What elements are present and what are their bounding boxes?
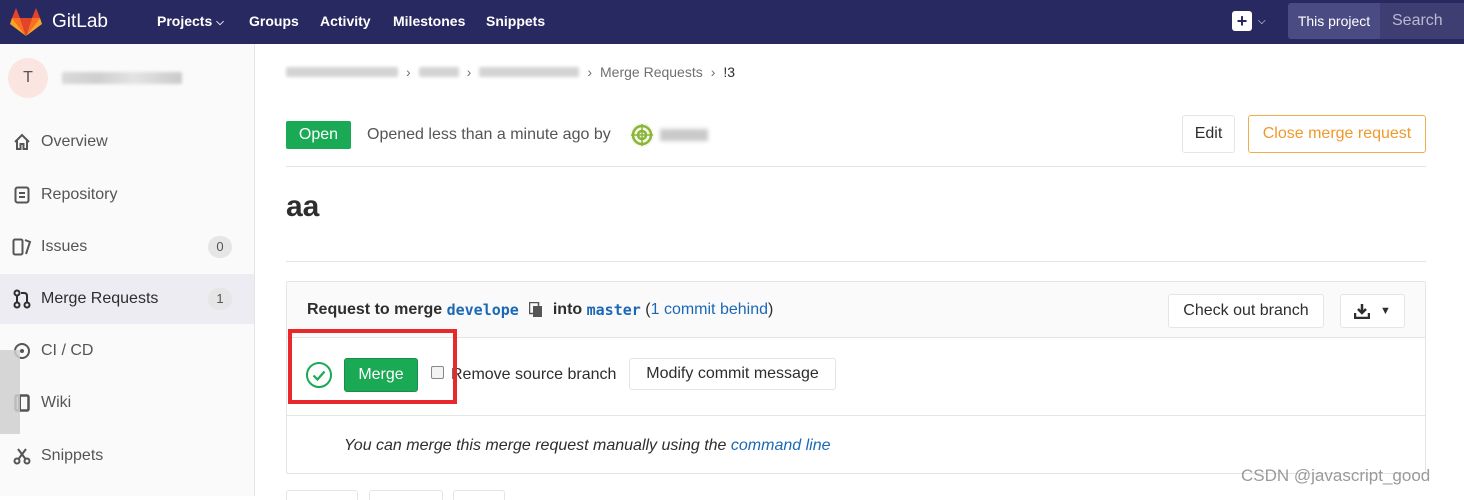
tab-stub[interactable] bbox=[369, 490, 443, 500]
merge-actions-row: Merge Remove source branch Modify commit… bbox=[287, 338, 1425, 416]
project-header[interactable]: T bbox=[8, 58, 182, 98]
merge-widget-header: Request to merge develope into master (1… bbox=[287, 282, 1425, 338]
sidebar-item-ci-cd[interactable]: CI / CD bbox=[0, 326, 254, 376]
chevron-right-icon: › bbox=[466, 64, 472, 80]
nav-projects[interactable]: Projects ⌵ bbox=[157, 13, 224, 29]
sidebar-item-label: Repository bbox=[41, 186, 118, 203]
copy-icon[interactable] bbox=[528, 302, 543, 318]
manual-merge-hint: You can merge this merge request manuall… bbox=[344, 437, 831, 455]
divider bbox=[286, 261, 1426, 262]
breadcrumb-project-redacted[interactable] bbox=[479, 67, 580, 77]
breadcrumb: › › › Merge Requests › !3 bbox=[286, 64, 735, 80]
sidebar-item-label: Merge Requests bbox=[41, 290, 159, 307]
watermark: CSDN @javascript_good bbox=[1241, 466, 1431, 485]
opened-by-text: Opened less than a minute ago by bbox=[367, 126, 611, 143]
issues-count-badge: 0 bbox=[208, 236, 232, 258]
sidebar-item-label: Overview bbox=[41, 133, 108, 150]
request-prefix: Request to merge bbox=[307, 301, 443, 318]
caret-down-icon: ▼ bbox=[1380, 305, 1391, 317]
sidebar-item-overview[interactable]: Overview bbox=[0, 117, 254, 167]
page-title: aa bbox=[286, 190, 320, 223]
sidebar-item-wiki[interactable]: Wiki bbox=[0, 378, 254, 428]
download-dropdown-button[interactable]: ▼ bbox=[1340, 294, 1405, 328]
into-word: into bbox=[552, 301, 583, 318]
command-line-link[interactable]: command line bbox=[731, 437, 831, 454]
merge-requests-count-badge: 1 bbox=[208, 288, 232, 310]
check-out-branch-button[interactable]: Check out branch bbox=[1168, 294, 1324, 328]
chevron-right-icon: › bbox=[710, 64, 716, 80]
repository-icon bbox=[12, 185, 32, 205]
sidebar-scrollbar[interactable] bbox=[0, 350, 20, 434]
top-navbar: GitLab Projects ⌵ Groups Activity Milesto… bbox=[0, 0, 1464, 44]
scissors-icon bbox=[12, 446, 32, 466]
sidebar-item-label: Wiki bbox=[41, 394, 72, 411]
source-branch[interactable]: develope bbox=[447, 301, 519, 319]
commits-behind-link[interactable]: 1 commit behind bbox=[651, 301, 768, 319]
nav-projects-label: Projects bbox=[157, 13, 213, 29]
download-icon bbox=[1354, 304, 1371, 319]
sidebar-item-label: Issues bbox=[41, 238, 88, 255]
sidebar-item-repository[interactable]: Repository bbox=[0, 170, 254, 220]
chevron-right-icon: › bbox=[406, 64, 411, 80]
sidebar-item-merge-requests[interactable]: Merge Requests 1 bbox=[0, 274, 254, 324]
brand-name: GitLab bbox=[52, 11, 108, 32]
tab-stub[interactable] bbox=[286, 490, 358, 500]
sidebar-item-snippets[interactable]: Snippets bbox=[0, 431, 254, 481]
project-sidebar: T Overview Repository Issues 0 Merge Req… bbox=[0, 44, 255, 496]
chevron-right-icon: › bbox=[587, 64, 593, 80]
sidebar-item-issues[interactable]: Issues 0 bbox=[0, 222, 254, 272]
author-avatar[interactable] bbox=[629, 122, 655, 148]
breadcrumb-subgroup-redacted[interactable] bbox=[418, 67, 459, 77]
behind-close: ) bbox=[767, 301, 774, 318]
modify-commit-message-button[interactable]: Modify commit message bbox=[629, 358, 836, 390]
plus-icon: + bbox=[1232, 11, 1252, 31]
manual-merge-text: You can merge this merge request manuall… bbox=[344, 437, 727, 454]
gitlab-home-link[interactable]: GitLab bbox=[10, 6, 108, 38]
breadcrumb-group-redacted[interactable] bbox=[286, 67, 398, 77]
merge-request-icon bbox=[12, 289, 32, 309]
highlight-annotation bbox=[288, 329, 457, 404]
sidebar-item-label: Snippets bbox=[41, 447, 104, 464]
chevron-down-icon: ⌵ bbox=[216, 17, 224, 28]
nav-snippets[interactable]: Snippets bbox=[486, 13, 545, 29]
status-badge: Open bbox=[286, 121, 351, 149]
tab-stub[interactable] bbox=[453, 490, 505, 500]
edit-button[interactable]: Edit bbox=[1182, 115, 1235, 153]
close-merge-request-button[interactable]: Close merge request bbox=[1248, 115, 1426, 153]
remove-source-branch-label[interactable]: Remove source branch bbox=[451, 366, 616, 384]
home-icon bbox=[12, 132, 32, 152]
merge-request-branches: Request to merge develope into master (1… bbox=[307, 301, 773, 319]
nav-groups[interactable]: Groups bbox=[249, 13, 299, 29]
project-avatar: T bbox=[8, 58, 48, 98]
chevron-down-icon: ⌵ bbox=[1258, 15, 1266, 27]
breadcrumb-merge-requests[interactable]: Merge Requests bbox=[600, 64, 703, 80]
merge-request-header: Open Opened less than a minute ago by Ed… bbox=[286, 113, 1426, 167]
nav-activity[interactable]: Activity bbox=[320, 13, 371, 29]
search-scope[interactable]: This project bbox=[1288, 3, 1380, 39]
new-item-menu[interactable]: + ⌵ bbox=[1232, 11, 1266, 31]
merge-widget: Request to merge develope into master (1… bbox=[286, 281, 1426, 474]
author-name-redacted[interactable] bbox=[660, 129, 708, 141]
target-branch[interactable]: master bbox=[587, 301, 641, 319]
breadcrumb-current: !3 bbox=[723, 64, 736, 80]
project-name-redacted bbox=[62, 72, 182, 84]
search-input[interactable]: Search bbox=[1380, 3, 1464, 39]
issues-icon bbox=[12, 237, 32, 257]
sidebar-item-label: CI / CD bbox=[41, 342, 94, 359]
gitlab-logo-icon bbox=[10, 8, 42, 36]
nav-milestones[interactable]: Milestones bbox=[393, 13, 465, 29]
